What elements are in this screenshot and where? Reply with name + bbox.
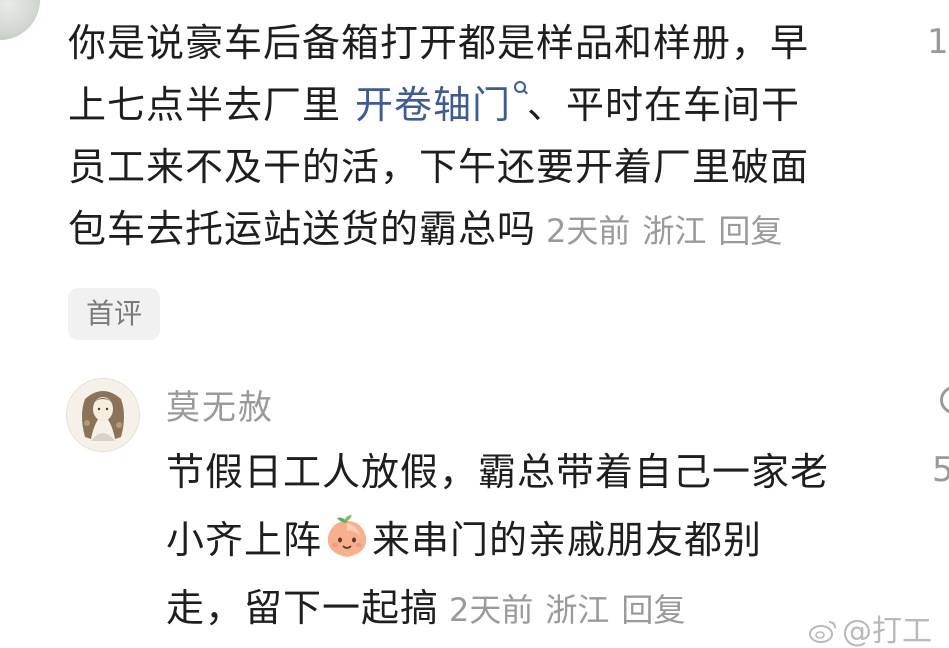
search-link-label[interactable]: 开卷轴门 <box>355 83 511 127</box>
comment-top-line-2-rest: 、平时在车间干 <box>527 83 801 127</box>
comment-top-line-2-text: 上七点半去厂里 <box>68 83 342 127</box>
comment-top-line-3: 员工来不及干的活，下午还要开着厂里破面 <box>68 145 810 189</box>
like-count-reply[interactable]: 5 <box>932 450 949 490</box>
reply-username[interactable]: 莫无赦 <box>166 380 274 429</box>
comment-reply-line-2: 小齐上阵 来串门的亲戚朋友都别 <box>166 506 886 574</box>
avatar-illustration <box>67 379 139 451</box>
comment-top-line-1: 你是说豪车后备箱打开都是样品和样册，早 <box>68 21 810 65</box>
watermark-text: @打工 <box>842 614 932 648</box>
comment-reply-line-2-a: 小齐上阵 <box>166 518 323 562</box>
comment-reply-meta: 2天前 浙江 回复 <box>439 591 685 629</box>
commenter-avatar-top[interactable] <box>0 0 40 40</box>
comment-top-meta: 2天前 浙江 回复 <box>536 212 782 250</box>
comment-top: 你是说豪车后备箱打开都是样品和样册，早 上七点半去厂里 开卷轴门 、平时在车间干 员… <box>68 12 868 262</box>
comment-reply-line-3-text: 走，留下一起搞 <box>166 586 440 630</box>
search-icon[interactable] <box>513 80 527 102</box>
first-comment-badge: 首评 <box>68 288 160 340</box>
comment-reply-line-3: 走，留下一起搞 2天前 浙江 回复 <box>166 574 886 644</box>
comment-reply-line-1: 节假日工人放假，霸总带着自己一家老 <box>166 450 830 494</box>
comment-top-time: 2天前 <box>546 212 631 250</box>
comment-top-location: 浙江 <box>642 212 707 250</box>
comment-top-line-4: 包车去托运站送货的霸总吗 2天前 浙江 回复 <box>68 198 868 262</box>
like-icon[interactable] <box>940 386 949 414</box>
comment-screen: 你是说豪车后备箱打开都是样品和样册，早 上七点半去厂里 开卷轴门 、平时在车间干 员… <box>0 0 949 648</box>
reply-avatar[interactable] <box>66 378 140 452</box>
comment-top-line-4-text: 包车去托运站送货的霸总吗 <box>68 207 537 251</box>
comment-reply-location: 浙江 <box>545 591 610 629</box>
weibo-logo-icon <box>809 621 836 643</box>
search-link[interactable]: 开卷轴门 <box>355 80 527 127</box>
comment-top-reply-button[interactable]: 回复 <box>718 212 782 250</box>
watermark: @打工 <box>808 606 932 648</box>
comment-reply-reply-button[interactable]: 回复 <box>621 591 685 629</box>
comment-top-line-2: 上七点半去厂里 开卷轴门 、平时在车间干 <box>68 74 868 136</box>
like-count-top[interactable]: 12 <box>927 22 949 62</box>
comment-reply-time: 2天前 <box>449 591 534 629</box>
comment-reply-line-2-b: 来串门的亲戚朋友都别 <box>372 518 763 562</box>
comment-reply: 节假日工人放假，霸总带着自己一家老 小齐上阵 来串门的亲戚朋友都别 走，留下一起… <box>166 438 886 644</box>
peach-emoji-icon <box>327 515 367 557</box>
